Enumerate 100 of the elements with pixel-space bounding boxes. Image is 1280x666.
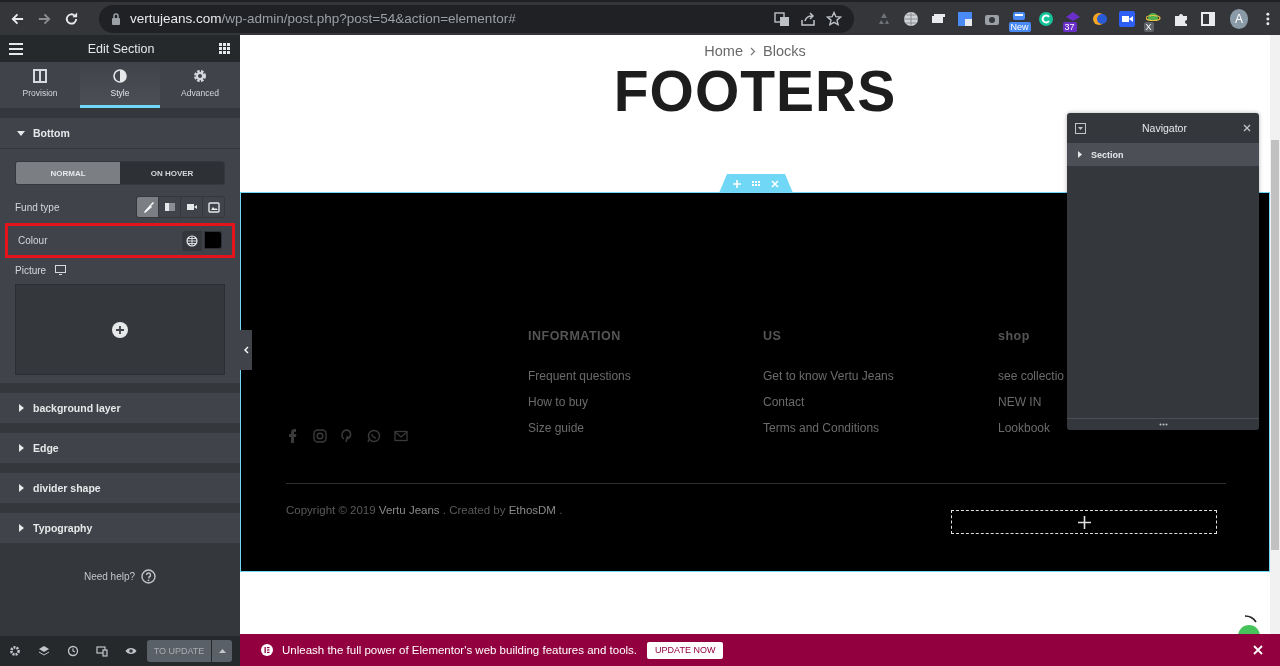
column-heading: shop <box>998 329 1030 343</box>
slides-icon <box>206 200 221 214</box>
lock-icon <box>110 12 121 25</box>
more-icon[interactable] <box>1266 10 1270 27</box>
collapse-icon[interactable] <box>1075 122 1086 134</box>
url-text: vertujeans.com/wp-admin/post.php?post=54&action=elementor# <box>129 11 516 26</box>
collapse-panel-button[interactable] <box>240 330 252 370</box>
star-icon[interactable] <box>825 10 842 27</box>
panel-tab[interactable]: Provision <box>0 62 80 108</box>
caret-right-icon <box>17 444 25 452</box>
responsive-icon[interactable] <box>96 645 108 657</box>
section-title: divider shape <box>33 482 101 494</box>
footer-link[interactable]: Lookbook <box>998 421 1051 435</box>
copyright-text: Copyright © 2019 Vertu Jeans . Created by EthosDM . <box>286 504 563 516</box>
footer-link[interactable]: Frequent questions <box>528 369 631 383</box>
help-icon[interactable] <box>141 569 157 584</box>
globe-icon <box>186 234 198 247</box>
scrollbar[interactable] <box>1270 35 1280 634</box>
navigator-label: Section <box>1091 149 1124 160</box>
navigator-title: Navigator <box>1142 122 1187 134</box>
globe-icon[interactable] <box>902 10 919 27</box>
add-icon[interactable] <box>112 321 128 338</box>
share-icon[interactable] <box>799 10 816 27</box>
gear-icon <box>193 69 207 83</box>
address-bar[interactable]: vertujeans.com/wp-admin/post.php?post=54&action=elementor# <box>98 4 854 33</box>
choice-option[interactable] <box>181 197 202 217</box>
tray-icon[interactable] <box>1010 10 1027 21</box>
breadcrumb-link[interactable]: Blocks <box>763 43 806 59</box>
circle-icon[interactable] <box>1037 10 1054 27</box>
add-icon[interactable] <box>1077 515 1091 529</box>
footer-link[interactable]: Size guide <box>528 421 585 435</box>
section-title: Edge <box>33 442 59 454</box>
desktop-icon[interactable] <box>55 265 67 275</box>
field-label: Picture <box>15 264 47 276</box>
copyright-link[interactable]: EthosDM <box>508 504 556 516</box>
resize-handle-icon[interactable] <box>1158 423 1168 426</box>
field-label: Fund type <box>15 201 60 213</box>
panel-tab[interactable]: Advanced <box>160 62 240 108</box>
chevron-right-icon <box>750 46 756 56</box>
page-title: FOOTERS <box>613 59 897 123</box>
state-tab[interactable]: NORMAL <box>16 162 120 184</box>
breadcrumb-link[interactable]: Home <box>704 43 743 59</box>
choice-option[interactable] <box>137 197 158 217</box>
help-link[interactable]: Need help? <box>83 571 136 582</box>
update-now-button[interactable]: UPDATE NOW <box>647 641 724 659</box>
menu-icon[interactable] <box>9 42 23 55</box>
section-header[interactable]: Typography <box>0 513 240 543</box>
history-icon[interactable] <box>67 645 79 657</box>
choice-option[interactable] <box>203 197 224 217</box>
field-label: Colour <box>18 235 48 246</box>
eye-icon[interactable] <box>125 645 137 657</box>
section-header[interactable]: Bottom <box>0 118 240 148</box>
add-element-area[interactable] <box>951 510 1217 534</box>
reload-icon[interactable] <box>63 10 79 27</box>
footer-link[interactable]: How to buy <box>528 395 589 409</box>
footer-link[interactable]: NEW IN <box>998 395 1042 409</box>
caret-down-icon <box>17 129 25 137</box>
contrast-icon <box>113 69 127 83</box>
gradient-icon <box>162 200 177 214</box>
section-title: Typography <box>33 522 93 534</box>
caret-up-icon <box>218 649 226 653</box>
copyright-link[interactable]: Vertu Jeans <box>378 504 440 516</box>
apps-grid-icon[interactable] <box>219 43 230 54</box>
moon-icon[interactable] <box>1091 10 1108 27</box>
state-tab[interactable]: ON HOVER <box>120 162 224 184</box>
side-panel-icon[interactable] <box>1199 10 1216 27</box>
section-header[interactable]: background layer <box>0 393 240 423</box>
extension-badge: 37 <box>1062 21 1077 32</box>
layers-icon[interactable] <box>38 645 50 657</box>
footer-link[interactable]: Terms and Conditions <box>763 421 880 435</box>
caret-right-icon <box>17 524 25 532</box>
footer-link[interactable]: Get to know Vertu Jeans <box>763 369 894 383</box>
caret-right-icon <box>17 484 25 492</box>
global-colors-button[interactable] <box>182 230 202 251</box>
chevron-left-icon <box>243 346 249 354</box>
column-heading: INFORMATION <box>528 329 621 343</box>
choice-option[interactable] <box>159 197 180 217</box>
navigator-item[interactable]: Section <box>1067 143 1259 166</box>
caret-right-icon <box>17 404 25 412</box>
caret-right-icon <box>1077 151 1083 158</box>
extension-badge: X <box>1143 21 1154 32</box>
close-icon[interactable] <box>1243 124 1251 132</box>
section-header[interactable]: divider shape <box>0 473 240 503</box>
columns-icon <box>33 69 47 83</box>
footer-link[interactable]: see collectio <box>998 369 1065 383</box>
footer-link[interactable]: Contact <box>763 395 805 409</box>
section-title: background layer <box>33 402 121 414</box>
elementor-icon <box>261 644 273 656</box>
options-button[interactable] <box>212 640 232 662</box>
panel-title: Edit Section <box>87 41 155 56</box>
section-header[interactable]: Edge <box>0 433 240 463</box>
column-heading: US <box>763 329 782 343</box>
scroll-thumb[interactable] <box>1271 140 1279 550</box>
video-camera-icon[interactable] <box>1118 10 1135 27</box>
section-title: Bottom <box>33 127 70 139</box>
banner-text: Unleash the full power of Elementor's web building features and tools. <box>282 644 638 656</box>
planet-icon[interactable] <box>1145 10 1162 21</box>
extension-badge: New <box>1008 21 1031 32</box>
settings-icon[interactable] <box>9 645 21 657</box>
color-swatch[interactable] <box>204 230 222 249</box>
